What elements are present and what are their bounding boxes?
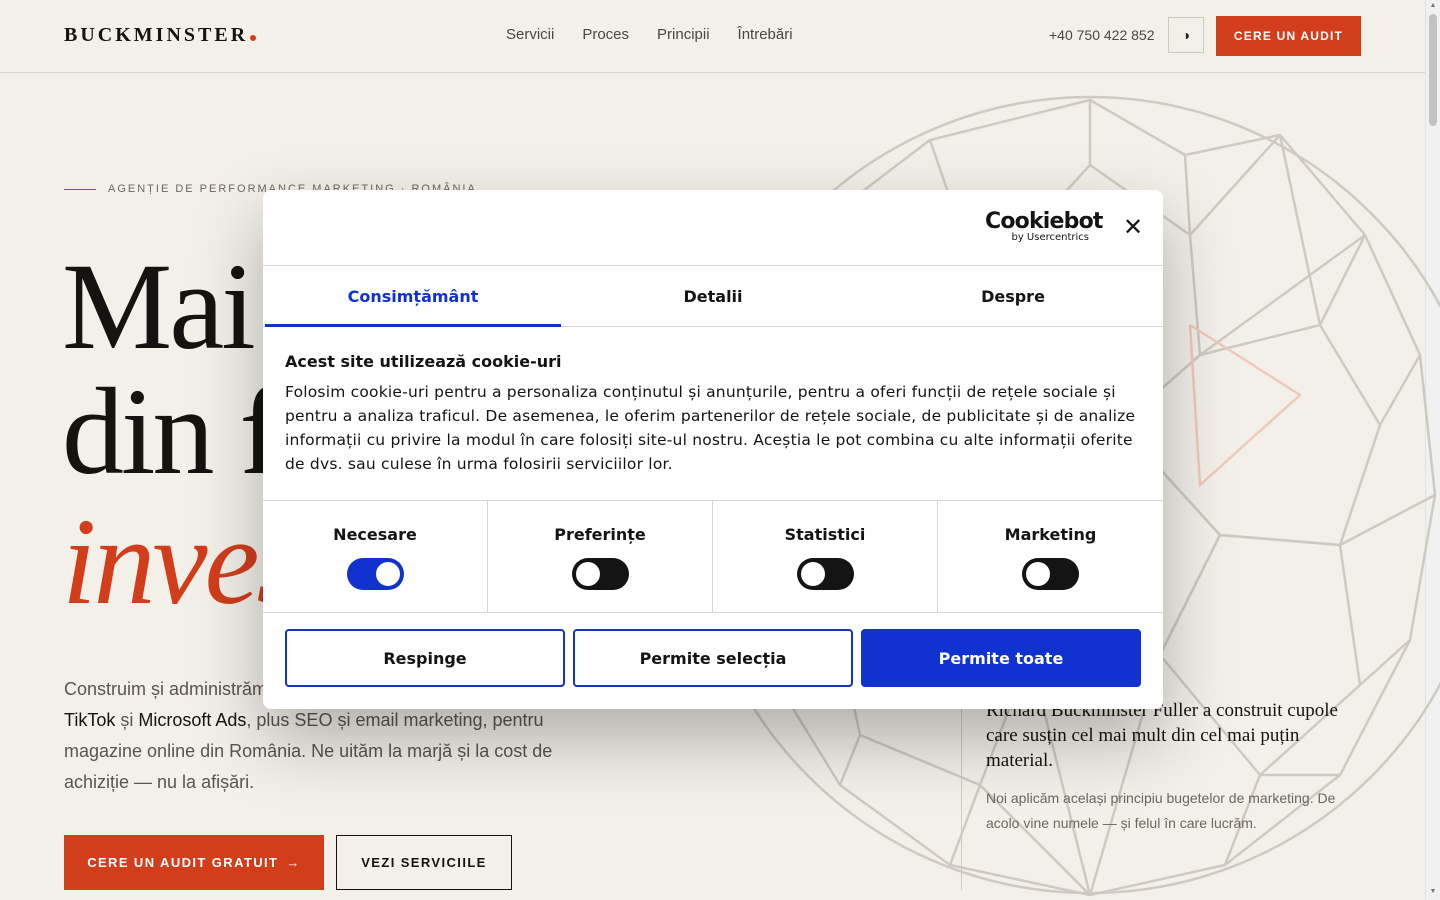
dialog-body-text: Folosim cookie-uri pentru a personaliza … [285, 383, 1136, 473]
dialog-header: Cookiebot by Usercentrics ✕ [263, 190, 1163, 266]
consent-toggles: Necesare Preferințe Statistici Marketing [263, 500, 1163, 613]
marketing-switch[interactable] [1022, 558, 1079, 590]
eyebrow-rule [64, 188, 96, 190]
respinge-button[interactable]: Respinge [285, 629, 565, 687]
quote-title: Richard Buckminster Fuller a construit c… [986, 700, 1338, 771]
tab-detalii[interactable]: Detalii [563, 266, 863, 326]
hero-headline-line-2: din f [62, 363, 281, 500]
quote-divider [961, 690, 962, 890]
main-nav: Servicii Proces Principii Întrebări [506, 26, 793, 43]
cookie-consent-dialog: Cookiebot by Usercentrics ✕ Consimțământ… [263, 190, 1163, 709]
toggle-statistici: Statistici [713, 501, 938, 613]
contrast-icon: ◑ [1181, 27, 1191, 43]
nav-principii[interactable]: Principii [657, 26, 710, 43]
theme-toggle-button[interactable]: ◑ [1168, 17, 1204, 53]
cookiebot-logo: Cookiebot by Usercentrics [985, 209, 1103, 244]
nav-servicii[interactable]: Servicii [506, 26, 554, 43]
nav-intrebari[interactable]: Întrebări [738, 26, 793, 43]
switch-knob [800, 562, 825, 586]
dialog-heading: Acest site utilizează cookie-uri [285, 352, 562, 371]
nav-proces[interactable]: Proces [582, 26, 629, 43]
statistici-switch[interactable] [796, 558, 854, 590]
toggle-preferinte: Preferințe [488, 501, 713, 613]
dialog-buttons: Respinge Permite selecția Permite toate [285, 629, 1141, 687]
site-header: BUCKMINSTER Servicii Proces Principii În… [0, 0, 1425, 73]
hero-headline-line-1: Mai [62, 238, 256, 375]
microsoft-ads-link[interactable]: Microsoft Ads [138, 710, 246, 730]
scroll-up-arrow-icon[interactable]: ▲ [1429, 2, 1437, 10]
tiktok-link[interactable]: TikTok [64, 710, 115, 730]
permite-toate-button[interactable]: Permite toate [861, 629, 1141, 687]
arrow-right-icon: → [286, 855, 301, 870]
switch-knob [575, 562, 600, 586]
switch-knob [1026, 562, 1050, 586]
dialog-tabs: Consimțământ Detalii Despre [263, 266, 1163, 327]
preferinte-switch[interactable] [571, 558, 629, 590]
header-audit-button[interactable]: CERE UN AUDIT [1216, 16, 1361, 56]
audit-gratuit-button[interactable]: CERE UN AUDIT GRATUIT → [64, 835, 324, 890]
site-logo[interactable]: BUCKMINSTER [64, 24, 257, 47]
toggle-marketing: Marketing [938, 501, 1163, 613]
quote-body: Noi aplicăm același principiu bugetelor … [986, 790, 1336, 831]
phone-link[interactable]: +40 750 422 852 [1049, 27, 1155, 43]
permite-selectia-button[interactable]: Permite selecția [573, 629, 853, 687]
toggle-necesare: Necesare [263, 501, 488, 613]
logo-dot [250, 35, 257, 41]
switch-knob [375, 562, 400, 586]
tab-despre[interactable]: Despre [863, 266, 1163, 326]
necesare-switch[interactable] [346, 558, 404, 590]
close-icon[interactable]: ✕ [1121, 216, 1145, 240]
tab-consimtamant[interactable]: Consimțământ [263, 266, 563, 327]
vezi-serviciile-button[interactable]: VEZI SERVICIILE [336, 835, 512, 890]
